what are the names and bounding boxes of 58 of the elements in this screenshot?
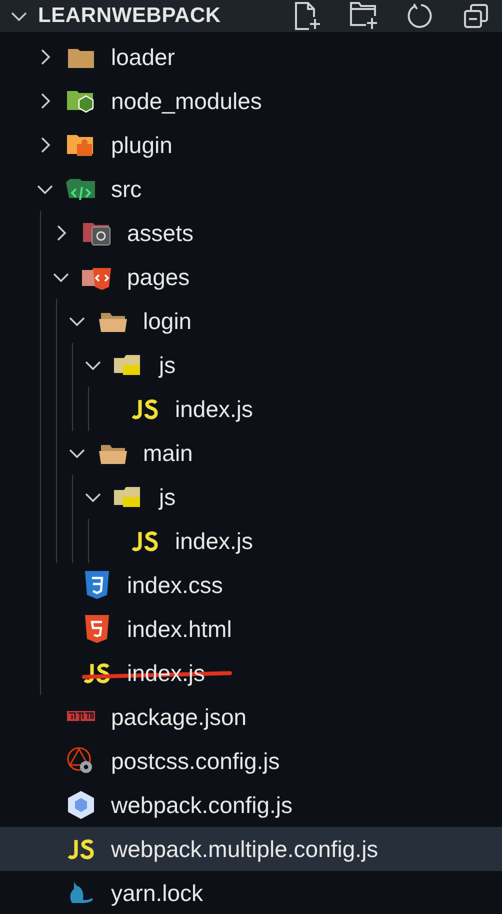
folder-icon [68, 46, 94, 68]
folder-row[interactable]: plugin [0, 123, 502, 167]
js-file-icon [132, 530, 158, 552]
hexagon-icon [68, 791, 94, 819]
npm-icon [67, 711, 95, 723]
file-name: index.js [175, 528, 253, 554]
folder-name: plugin [111, 132, 172, 158]
folder-row[interactable]: main [57, 431, 502, 475]
file-name: package.json [111, 704, 247, 730]
puzzle-folder-icon [67, 132, 95, 158]
file-name: index.html [127, 616, 232, 642]
refresh-icon [407, 3, 433, 29]
folder-name: pages [127, 264, 190, 290]
folder-name: assets [127, 220, 194, 246]
open-folder-icon [99, 310, 127, 332]
file-row[interactable]: postcss.config.js [0, 739, 502, 783]
open-folder-icon [99, 442, 127, 464]
collapse-all-icon [463, 3, 489, 29]
file-name: index.css [127, 572, 223, 598]
js-file-icon [132, 398, 158, 420]
html-file-icon [85, 615, 109, 643]
folder-row[interactable]: loader [0, 35, 502, 79]
file-row[interactable]: yarn.lock [0, 871, 502, 914]
folder-name: login [143, 308, 192, 334]
file-row[interactable]: webpack.config.js [0, 783, 502, 827]
file-name: webpack.config.js [111, 792, 293, 818]
new-folder-icon [349, 1, 379, 31]
folder-row[interactable]: src [0, 167, 502, 211]
file-row[interactable]: index.css [41, 563, 502, 607]
folder-name: main [143, 440, 193, 466]
js-file-icon [68, 838, 94, 860]
js-file-icon [84, 662, 110, 684]
new-file-icon [294, 1, 322, 31]
file-row[interactable]: index.js [89, 519, 502, 563]
folder-row[interactable]: js [73, 475, 502, 519]
file-name: postcss.config.js [111, 748, 280, 774]
folder-row[interactable]: login [57, 299, 502, 343]
file-row[interactable]: webpack.multiple.config.js [0, 827, 502, 871]
file-row[interactable]: index.js [89, 387, 502, 431]
code-folder-icon [66, 176, 96, 202]
node-folder-icon [67, 88, 95, 114]
file-row[interactable]: index.html [41, 607, 502, 651]
folder-row[interactable]: node_modules [0, 79, 502, 123]
folder-name: node_modules [111, 88, 262, 114]
folder-row[interactable]: js [73, 343, 502, 387]
folder-row[interactable]: pages [41, 255, 502, 299]
folder-row[interactable]: assets [41, 211, 502, 255]
new-folder-button[interactable] [348, 0, 380, 32]
folder-name: src [111, 176, 142, 202]
folder-name: js [159, 484, 176, 510]
file-name: yarn.lock [111, 880, 204, 906]
file-name: index.js [175, 396, 253, 422]
folder-name: loader [111, 44, 175, 70]
project-title: LEARNWEBPACK [38, 4, 222, 28]
folder-name: js [159, 352, 176, 378]
css-file-icon [85, 571, 109, 599]
file-name: webpack.multiple.config.js [111, 836, 378, 862]
file-row[interactable]: package.json [0, 695, 502, 739]
